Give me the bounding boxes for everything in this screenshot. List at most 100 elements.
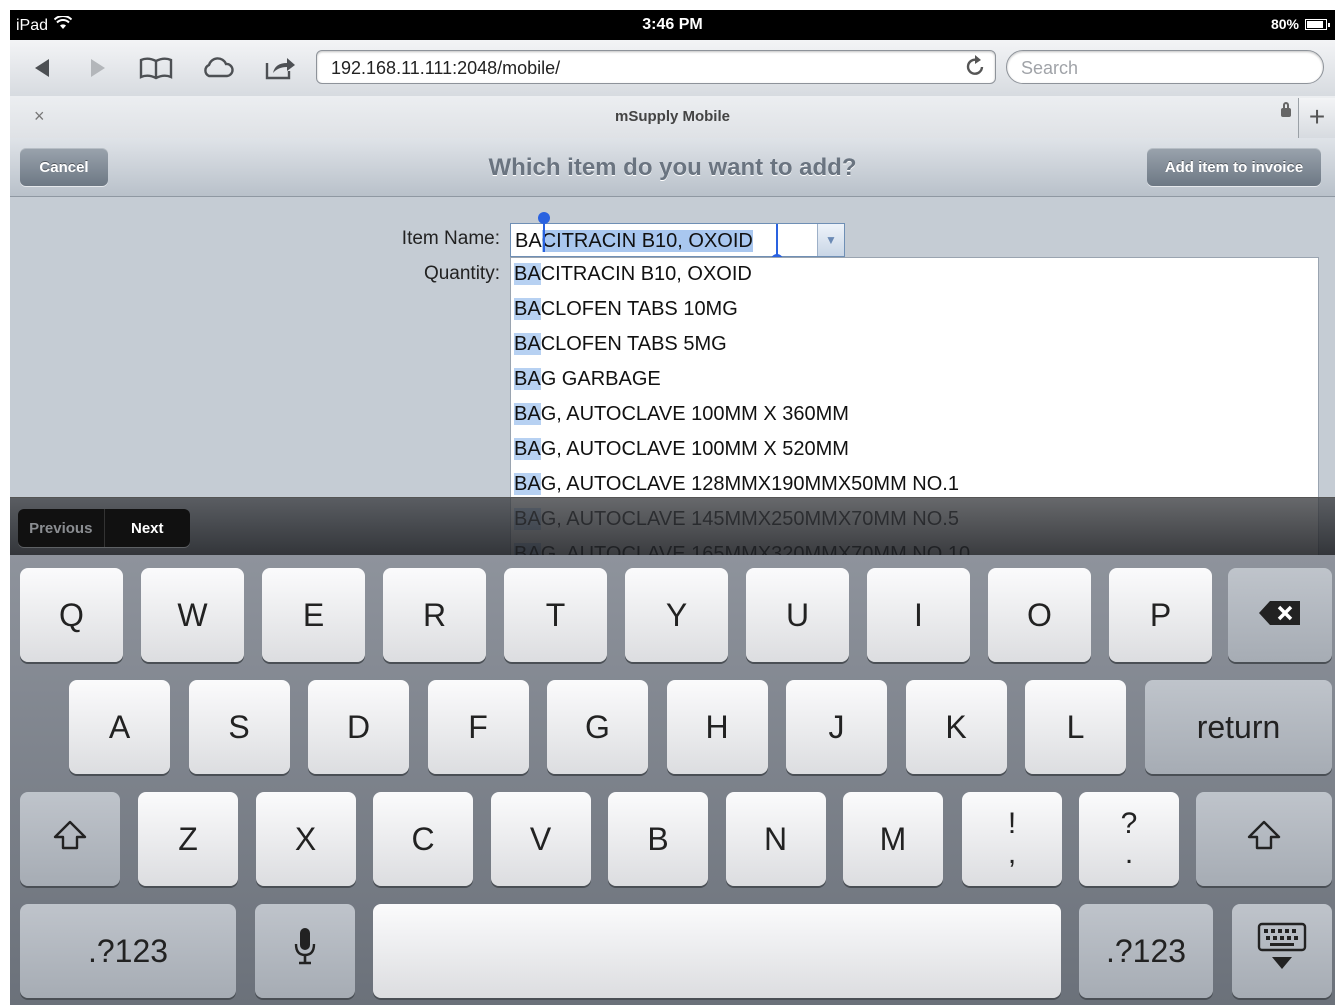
key-k[interactable]: K (905, 680, 1007, 774)
key-n[interactable]: N (725, 792, 826, 886)
shift-icon (52, 819, 88, 859)
key-j[interactable]: J (786, 680, 887, 774)
exclamation-label: ! (1007, 807, 1017, 840)
item-name-value: BACITRACIN B10, OXOID (515, 230, 753, 253)
numbers-key-left[interactable]: .?123 (20, 904, 236, 998)
key-i[interactable]: I (867, 568, 970, 662)
backspace-icon (1258, 597, 1302, 634)
right-shift-key[interactable] (1196, 792, 1332, 886)
autocomplete-option[interactable]: BAG, AUTOCLAVE 100MM X 360MM (514, 403, 849, 426)
selection-start-handle[interactable] (538, 212, 550, 252)
comma-label: , (1007, 837, 1017, 870)
key-z[interactable]: Z (138, 792, 238, 886)
battery-icon (1305, 18, 1330, 30)
autocomplete-option[interactable]: BACITRACIN B10, OXOID (514, 263, 752, 286)
key-c[interactable]: C (373, 792, 473, 886)
clock: 3:46 PM (642, 16, 703, 33)
return-key[interactable]: return (1145, 680, 1332, 774)
key-o[interactable]: O (988, 568, 1091, 662)
match-highlight: BA (514, 263, 541, 285)
item-name-input[interactable]: BACITRACIN B10, OXOID ▼ (510, 223, 845, 257)
back-icon[interactable] (24, 52, 60, 84)
match-highlight: BA (514, 298, 541, 320)
option-text: G, AUTOCLAVE 100MM X 520MM (540, 438, 849, 460)
key-h[interactable]: H (666, 680, 768, 774)
key-b[interactable]: B (608, 792, 708, 886)
hide-keyboard-key[interactable] (1232, 904, 1332, 998)
search-input[interactable]: Search (1006, 50, 1324, 84)
keyboard-hide-icon (1256, 921, 1308, 981)
tab-bar: × mSupply Mobile + (10, 96, 1335, 139)
key-e[interactable]: E (262, 568, 365, 662)
tab-title[interactable]: mSupply Mobile (10, 108, 1335, 125)
match-highlight: BA (514, 368, 541, 390)
question-period-key[interactable]: ?. (1079, 792, 1179, 886)
key-l[interactable]: L (1025, 680, 1126, 774)
page-title: Which item do you want to add? (488, 154, 857, 181)
forward-icon[interactable] (80, 52, 116, 84)
reload-icon[interactable] (965, 53, 987, 83)
exclamation-comma-key[interactable]: !, (962, 792, 1062, 886)
key-p[interactable]: P (1109, 568, 1212, 662)
autocomplete-option[interactable]: BACLOFEN TABS 10MG (514, 298, 738, 321)
status-bar: iPad 3:46 PM 80% (10, 10, 1335, 40)
key-m[interactable]: M (843, 792, 943, 886)
shift-icon (1246, 819, 1282, 859)
battery-percent: 80% (1270, 16, 1299, 32)
key-g[interactable]: G (547, 680, 648, 774)
icloud-tabs-icon[interactable] (200, 52, 236, 84)
next-button[interactable]: Next (105, 509, 191, 547)
option-text: G GARBAGE (540, 368, 661, 390)
quantity-label: Quantity: (423, 263, 500, 284)
address-bar[interactable]: 192.168.11.111:2048/mobile/ (316, 50, 996, 84)
period-label: . (1124, 837, 1134, 870)
question-label: ? (1120, 807, 1138, 840)
option-text: CLOFEN TABS 5MG (540, 333, 727, 355)
backspace-key[interactable] (1228, 568, 1332, 662)
match-highlight: BA (514, 473, 541, 495)
add-item-to-invoice-button[interactable]: Add item to invoice (1147, 148, 1321, 186)
space-key[interactable] (373, 904, 1061, 998)
item-name-label: Item Name: (401, 228, 500, 249)
lock-icon (1281, 102, 1291, 117)
bookmarks-icon[interactable] (138, 52, 174, 84)
option-text: CLOFEN TABS 10MG (540, 298, 738, 320)
option-text: G, AUTOCLAVE 128MMX190MMX50MM NO.1 (540, 473, 959, 495)
microphone-icon (294, 927, 316, 975)
keyboard-accessory-bar: Previous Next (10, 497, 1335, 556)
new-tab-button[interactable]: + (1298, 98, 1335, 138)
autocomplete-option[interactable]: BACLOFEN TABS 5MG (514, 333, 727, 356)
url-text: 192.168.11.111:2048/mobile/ (331, 58, 561, 78)
option-text: CITRACIN B10, OXOID (540, 263, 752, 285)
key-d[interactable]: D (308, 680, 409, 774)
autocomplete-option[interactable]: BAG, AUTOCLAVE 100MM X 520MM (514, 438, 849, 461)
item-name-typed: BA (515, 230, 542, 252)
key-q[interactable]: Q (20, 568, 123, 662)
key-r[interactable]: R (383, 568, 486, 662)
key-v[interactable]: V (490, 792, 591, 886)
key-u[interactable]: U (746, 568, 849, 662)
key-f[interactable]: F (427, 680, 529, 774)
previous-button[interactable]: Previous (18, 509, 105, 547)
numbers-key-right[interactable]: .?123 (1079, 904, 1213, 998)
search-placeholder: Search (1021, 58, 1079, 78)
form-navigation: Previous Next (18, 509, 190, 547)
dropdown-arrow-icon[interactable]: ▼ (817, 224, 844, 256)
ipad-screen: iPad 3:46 PM 80% 192.168.11.111:2048/mob… (10, 10, 1335, 1005)
key-w[interactable]: W (141, 568, 244, 662)
autocomplete-option[interactable]: BAG GARBAGE (514, 368, 661, 391)
browser-toolbar: 192.168.11.111:2048/mobile/ Search (10, 40, 1335, 97)
selection-end-handle[interactable] (771, 224, 783, 266)
key-s[interactable]: S (188, 680, 290, 774)
match-highlight: BA (514, 403, 541, 425)
key-a[interactable]: A (69, 680, 170, 774)
share-icon[interactable] (262, 52, 298, 84)
key-t[interactable]: T (504, 568, 607, 662)
on-screen-keyboard: return !, ?. .?123 .?123 Q W E R T Y U I… (10, 555, 1335, 1005)
dictation-key[interactable] (255, 904, 355, 998)
key-y[interactable]: Y (625, 568, 728, 662)
match-highlight: BA (514, 333, 541, 355)
key-x[interactable]: X (255, 792, 356, 886)
autocomplete-option[interactable]: BAG, AUTOCLAVE 128MMX190MMX50MM NO.1 (514, 473, 959, 496)
left-shift-key[interactable] (20, 792, 120, 886)
